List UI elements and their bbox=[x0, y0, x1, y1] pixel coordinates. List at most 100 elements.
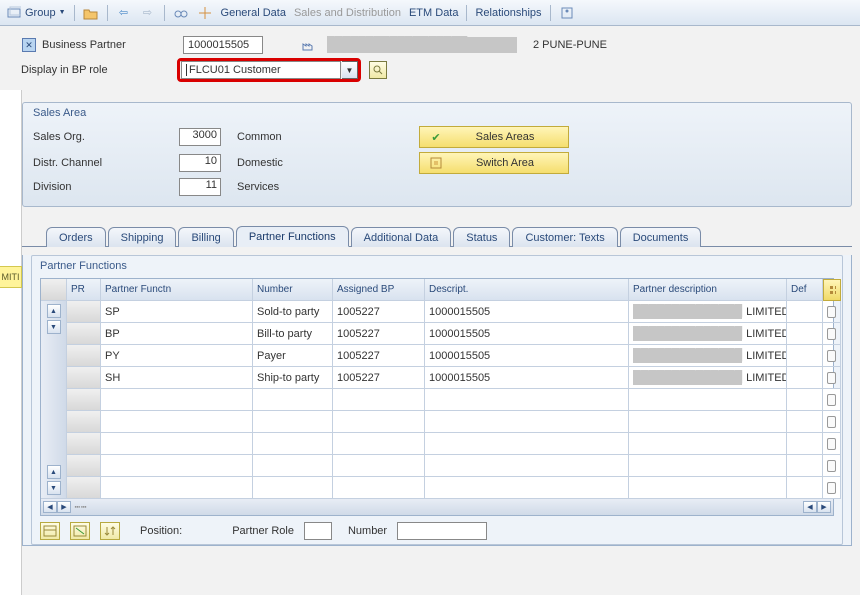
col-def[interactable]: Def bbox=[787, 279, 823, 301]
cell-empty[interactable] bbox=[333, 389, 425, 411]
cell-def[interactable] bbox=[823, 477, 841, 499]
row-selector[interactable] bbox=[67, 477, 101, 499]
cell-empty[interactable] bbox=[787, 433, 823, 455]
col-func[interactable]: Partner Functn bbox=[101, 279, 253, 301]
cell-def[interactable] bbox=[823, 301, 841, 323]
cell-empty[interactable] bbox=[253, 455, 333, 477]
role-search-help[interactable] bbox=[369, 61, 387, 79]
cell-desc[interactable]: ██████████████LIMITED bbox=[629, 367, 787, 389]
cell-pdesc[interactable] bbox=[787, 345, 823, 367]
cell[interactable]: Bill-to party bbox=[253, 323, 333, 345]
cell-empty[interactable] bbox=[333, 477, 425, 499]
cell[interactable]: PY bbox=[101, 345, 253, 367]
def-checkbox[interactable] bbox=[827, 416, 836, 428]
cell-empty[interactable] bbox=[629, 477, 787, 499]
back-icon[interactable]: ⇦ bbox=[116, 5, 132, 21]
def-checkbox[interactable] bbox=[827, 482, 836, 494]
h-scrollbar[interactable]: ◀ ▶ ┅┅ ◀ ▶ bbox=[41, 499, 833, 515]
col-select-all[interactable] bbox=[41, 279, 67, 301]
row-selector[interactable] bbox=[67, 323, 101, 345]
cell[interactable]: 1000015505 bbox=[425, 301, 629, 323]
scroll-left-end-btn[interactable]: ◀ bbox=[803, 501, 817, 513]
col-pr[interactable]: PR bbox=[67, 279, 101, 301]
cell-empty[interactable] bbox=[101, 411, 253, 433]
general-data-link[interactable]: General Data bbox=[221, 7, 286, 19]
sort-icon[interactable] bbox=[100, 522, 120, 540]
cell-empty[interactable] bbox=[629, 455, 787, 477]
scroll-up-end-btn[interactable]: ▲ bbox=[47, 465, 61, 479]
cell[interactable]: Payer bbox=[253, 345, 333, 367]
relationships-link[interactable]: Relationships bbox=[475, 7, 541, 19]
drag-handle[interactable]: ┅┅ bbox=[71, 502, 91, 513]
cell-empty[interactable] bbox=[253, 433, 333, 455]
role-dropdown-btn[interactable]: ▼ bbox=[342, 61, 358, 79]
cell-empty[interactable] bbox=[101, 455, 253, 477]
switch-area-button[interactable]: Switch Area bbox=[419, 152, 569, 174]
cell-empty[interactable] bbox=[101, 433, 253, 455]
cell-empty[interactable] bbox=[333, 411, 425, 433]
row-selector[interactable] bbox=[67, 345, 101, 367]
def-checkbox[interactable] bbox=[827, 372, 836, 384]
etm-data-link[interactable]: ETM Data bbox=[409, 7, 459, 19]
v-scrollbar[interactable]: ▲▼▲▼ bbox=[41, 301, 67, 499]
partner-role-input[interactable] bbox=[304, 522, 332, 540]
tab-shipping[interactable]: Shipping bbox=[108, 227, 177, 247]
tab-additional-data[interactable]: Additional Data bbox=[351, 227, 452, 247]
cell-desc[interactable]: ██████████████LIMITED bbox=[629, 323, 787, 345]
tab-status[interactable]: Status bbox=[453, 227, 510, 247]
cell[interactable]: 1000015505 bbox=[425, 323, 629, 345]
cell-def[interactable] bbox=[823, 345, 841, 367]
cell[interactable]: SH bbox=[101, 367, 253, 389]
cell-empty[interactable] bbox=[425, 477, 629, 499]
division-input[interactable]: 11 bbox=[179, 178, 221, 196]
user-settings-icon[interactable] bbox=[559, 5, 575, 21]
cell-empty[interactable] bbox=[425, 433, 629, 455]
tab-documents[interactable]: Documents bbox=[620, 227, 702, 247]
def-checkbox[interactable] bbox=[827, 328, 836, 340]
cell-empty[interactable] bbox=[101, 477, 253, 499]
tab-orders[interactable]: Orders bbox=[46, 227, 106, 247]
cell-desc[interactable]: ██████████████LIMITED bbox=[629, 345, 787, 367]
open-icon[interactable] bbox=[83, 5, 99, 21]
tab-partner-functions[interactable]: Partner Functions bbox=[236, 226, 349, 247]
cell-empty[interactable] bbox=[425, 455, 629, 477]
cell-def[interactable] bbox=[823, 411, 841, 433]
col-desc[interactable]: Descript. bbox=[425, 279, 629, 301]
row-selector[interactable] bbox=[67, 455, 101, 477]
scroll-down-btn[interactable]: ▼ bbox=[47, 320, 61, 334]
def-checkbox[interactable] bbox=[827, 460, 836, 472]
cell-empty[interactable] bbox=[333, 455, 425, 477]
bp-number-input[interactable]: 1000015505 bbox=[183, 36, 263, 54]
table-config-btn[interactable] bbox=[823, 279, 841, 301]
sales-org-input[interactable]: 3000 bbox=[179, 128, 221, 146]
def-checkbox[interactable] bbox=[827, 306, 836, 318]
cell[interactable]: 1000015505 bbox=[425, 367, 629, 389]
scroll-up-btn[interactable]: ▲ bbox=[47, 304, 61, 318]
cell-empty[interactable] bbox=[629, 433, 787, 455]
cell-def[interactable] bbox=[823, 433, 841, 455]
cell-desc[interactable]: ██████████████LIMITED bbox=[629, 301, 787, 323]
cell-empty[interactable] bbox=[787, 389, 823, 411]
cell[interactable]: 1005227 bbox=[333, 323, 425, 345]
scroll-right-btn[interactable]: ▶ bbox=[57, 501, 71, 513]
tab-customer-texts[interactable]: Customer: Texts bbox=[512, 227, 617, 247]
cell[interactable]: Ship-to party bbox=[253, 367, 333, 389]
cell-empty[interactable] bbox=[101, 389, 253, 411]
row-selector[interactable] bbox=[67, 433, 101, 455]
cell-empty[interactable] bbox=[787, 411, 823, 433]
row-selector[interactable] bbox=[67, 389, 101, 411]
insert-row-icon[interactable] bbox=[40, 522, 60, 540]
col-assigned[interactable]: Assigned BP bbox=[333, 279, 425, 301]
cell-empty[interactable] bbox=[253, 411, 333, 433]
scroll-left-btn[interactable]: ◀ bbox=[43, 501, 57, 513]
cell[interactable]: 1005227 bbox=[333, 367, 425, 389]
bp-close-icon[interactable]: ✕ bbox=[22, 38, 36, 52]
distr-channel-input[interactable]: 10 bbox=[179, 154, 221, 172]
sales-areas-button[interactable]: ✔ Sales Areas bbox=[419, 126, 569, 148]
cell-empty[interactable] bbox=[787, 477, 823, 499]
col-number[interactable]: Number bbox=[253, 279, 333, 301]
forward-icon[interactable]: ⇨ bbox=[140, 5, 156, 21]
cell[interactable]: Sold-to party bbox=[253, 301, 333, 323]
def-checkbox[interactable] bbox=[827, 394, 836, 406]
cell-empty[interactable] bbox=[333, 433, 425, 455]
